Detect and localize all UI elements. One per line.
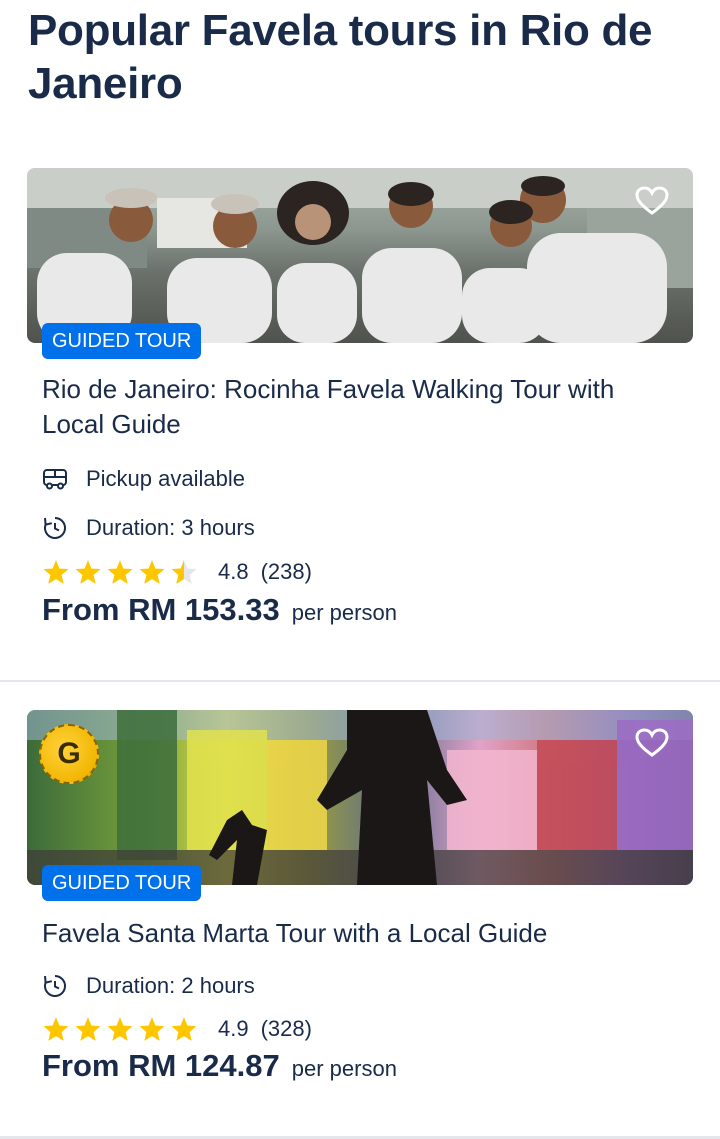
page-title: Popular Favela tours in Rio de Janeiro — [28, 6, 653, 108]
rating: 4.9 (328) — [42, 1014, 312, 1044]
tour-title[interactable]: Rio de Janeiro: Rocinha Favela Walking T… — [42, 372, 662, 442]
star-icon — [139, 560, 165, 584]
duration-feature: Duration: 3 hours — [42, 513, 255, 543]
clock-history-icon — [44, 975, 66, 997]
star-icon — [75, 1017, 101, 1041]
wishlist-button[interactable] — [635, 186, 675, 226]
tour-photo-image — [27, 168, 693, 343]
feature-text: Duration: 3 hours — [86, 515, 255, 540]
star-rating — [42, 559, 198, 585]
price-amount: From RM 153.33 — [42, 592, 280, 627]
duration-feature: Duration: 2 hours — [42, 971, 255, 1001]
wishlist-button[interactable] — [635, 728, 675, 768]
heart-icon — [635, 186, 669, 215]
rating-score: 4.9 — [218, 1016, 249, 1041]
tour-photo[interactable]: G — [27, 710, 693, 885]
price-amount: From RM 124.87 — [42, 1048, 280, 1083]
star-icon — [43, 560, 69, 584]
star-icon — [107, 560, 133, 584]
half-star-icon — [171, 560, 197, 584]
review-count[interactable]: (328) — [261, 1016, 312, 1042]
bus-icon — [43, 469, 67, 490]
tour-title[interactable]: Favela Santa Marta Tour with a Local Gui… — [42, 916, 662, 951]
clock-history-icon — [44, 517, 66, 539]
price-unit: per person — [291, 600, 397, 625]
rating-score: 4.8 — [218, 559, 249, 584]
feature-text: Pickup available — [86, 466, 245, 491]
feature-text: Duration: 2 hours — [86, 973, 255, 998]
price: From RM 153.33 per person — [42, 592, 397, 632]
star-rating — [42, 1016, 198, 1042]
star-icon — [43, 1017, 69, 1041]
star-icon — [75, 560, 101, 584]
tour-card[interactable]: G GUIDED TOUR Favela Santa Marta Tour wi… — [0, 710, 720, 1130]
star-icon — [107, 1017, 133, 1041]
guided-tour-badge: GUIDED TOUR — [42, 865, 202, 901]
rating: 4.8 (238) — [42, 557, 312, 587]
star-icon — [171, 1017, 197, 1041]
tour-photo-image — [27, 710, 693, 885]
divider — [0, 680, 720, 682]
review-count[interactable]: (238) — [261, 559, 312, 585]
logo-badge: G — [39, 724, 99, 784]
price: From RM 124.87 per person — [42, 1048, 397, 1088]
guided-tour-badge: GUIDED TOUR — [42, 323, 202, 359]
tour-photo[interactable] — [27, 168, 693, 343]
pickup-feature: Pickup available — [42, 464, 245, 494]
heart-icon — [635, 728, 669, 757]
star-icon — [139, 1017, 165, 1041]
tour-card[interactable]: GUIDED TOUR Rio de Janeiro: Rocinha Fave… — [0, 168, 720, 638]
price-unit: per person — [291, 1056, 397, 1081]
